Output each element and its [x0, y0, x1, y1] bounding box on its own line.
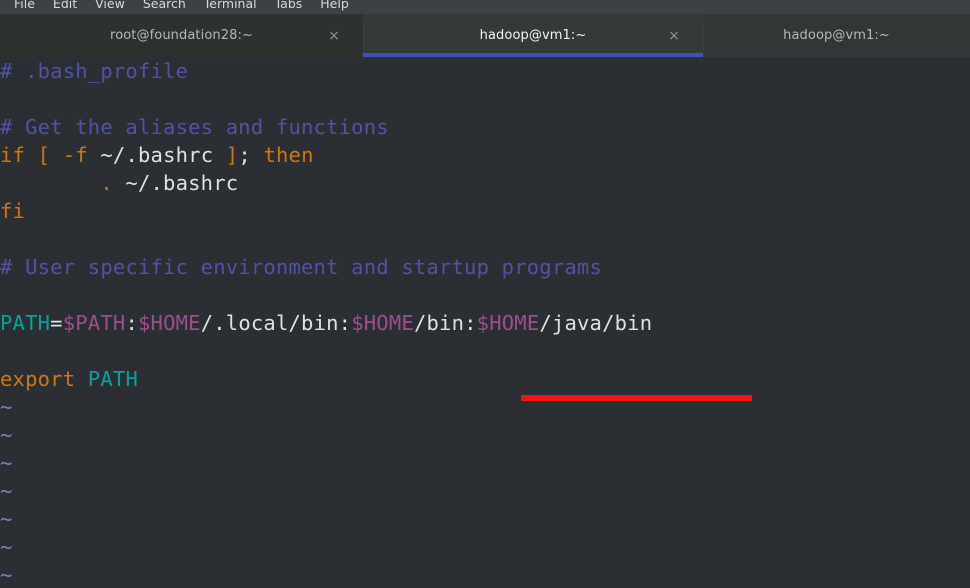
code-token-tilde: ~: [0, 507, 13, 531]
code-token-kw: -f: [62, 143, 88, 167]
code-token-comment: # User specific environment and startup …: [0, 255, 603, 279]
tab-separator: [363, 20, 364, 51]
code-token-var: $HOME: [137, 311, 201, 335]
code-token-plain: ~/.bashrc: [112, 171, 239, 195]
code-token-kw: [: [37, 143, 51, 167]
code-token-plain: ;: [238, 143, 264, 167]
code-token-var: $HOME: [476, 311, 540, 335]
code-token-var: $HOME: [351, 311, 414, 335]
code-line: if [ -f ~/.bashrc ]; then: [0, 141, 314, 169]
code-token-kw: fi: [0, 199, 26, 223]
code-token-plain: /bin:: [413, 311, 477, 335]
code-line: ~: [0, 561, 13, 588]
code-token-plain: ~/.bashrc: [87, 143, 226, 167]
code-line: ~: [0, 533, 13, 561]
code-token-plain: =: [50, 311, 63, 335]
tab-bar: root@foundation28:~ × hadoop@vm1:~ × hadoop@…: [0, 14, 970, 57]
code-token-kw: then: [263, 143, 314, 167]
tab-1[interactable]: hadoop@vm1:~ ×: [363, 14, 703, 57]
code-token-kw: if: [0, 143, 26, 167]
code-token-plain: /.local/bin:: [200, 311, 352, 335]
terminal-content[interactable]: # .bash_profile # Get the aliases and fun…: [0, 57, 970, 588]
close-icon[interactable]: ×: [667, 29, 681, 43]
code-token-ident: PATH: [0, 311, 51, 335]
code-token-plain: /java/bin: [539, 311, 653, 335]
terminal-window: File Edit View Search Terminal Tabs Help root@…: [0, 0, 970, 588]
code-token-tilde: ~: [0, 395, 13, 419]
menu-item-search[interactable]: Search: [134, 0, 195, 14]
code-line: # User specific environment and startup …: [0, 253, 602, 281]
code-line: . ~/.bashrc: [0, 169, 238, 197]
code-token-comment: # .bash_profile: [0, 59, 189, 83]
code-line: # Get the aliases and functions: [0, 113, 389, 141]
code-line: PATH=$PATH:$HOME/.local/bin:$HOME/bin:$H…: [0, 309, 652, 337]
close-icon[interactable]: ×: [327, 29, 341, 43]
code-token-tilde: ~: [0, 479, 13, 503]
code-line: ~: [0, 505, 13, 533]
menu-item-view[interactable]: View: [86, 0, 134, 14]
code-token-ident: PATH: [87, 367, 138, 391]
code-token-tilde: ~: [0, 423, 13, 447]
code-token-var: $PATH: [62, 311, 126, 335]
code-line: fi: [0, 197, 25, 225]
tab-label: hadoop@vm1:~: [479, 28, 587, 43]
code-line: ~: [0, 421, 13, 449]
menu-item-tabs[interactable]: Tabs: [266, 0, 312, 14]
tab-2[interactable]: hadoop@vm1:~: [703, 14, 970, 57]
code-token-kw: ]: [225, 143, 239, 167]
code-token-plain: :: [125, 311, 138, 335]
code-line: ~: [0, 393, 13, 421]
tab-0[interactable]: root@foundation28:~ ×: [0, 14, 363, 57]
menu-item-terminal[interactable]: Terminal: [195, 0, 266, 14]
tab-separator: [703, 20, 704, 51]
code-line: # .bash_profile: [0, 57, 188, 85]
code-token-tilde: ~: [0, 563, 13, 587]
code-token-tilde: ~: [0, 535, 13, 559]
code-line: ~: [0, 477, 13, 505]
code-token-kw: .: [100, 171, 113, 195]
menu-item-file[interactable]: File: [5, 0, 44, 14]
code-line: ~: [0, 449, 13, 477]
code-line: export PATH: [0, 365, 138, 393]
code-token-kw: export: [0, 367, 76, 391]
menu-item-edit[interactable]: Edit: [44, 0, 86, 14]
code-token-tilde: ~: [0, 451, 13, 475]
menu-bar: File Edit View Search Terminal Tabs Help: [0, 0, 970, 14]
tab-label: hadoop@vm1:~: [783, 28, 890, 43]
code-token-comment: # Get the aliases and functions: [0, 115, 389, 139]
red-underline-annotation: [521, 395, 752, 401]
tab-label: root@foundation28:~: [110, 28, 253, 43]
menu-item-help[interactable]: Help: [311, 0, 358, 14]
